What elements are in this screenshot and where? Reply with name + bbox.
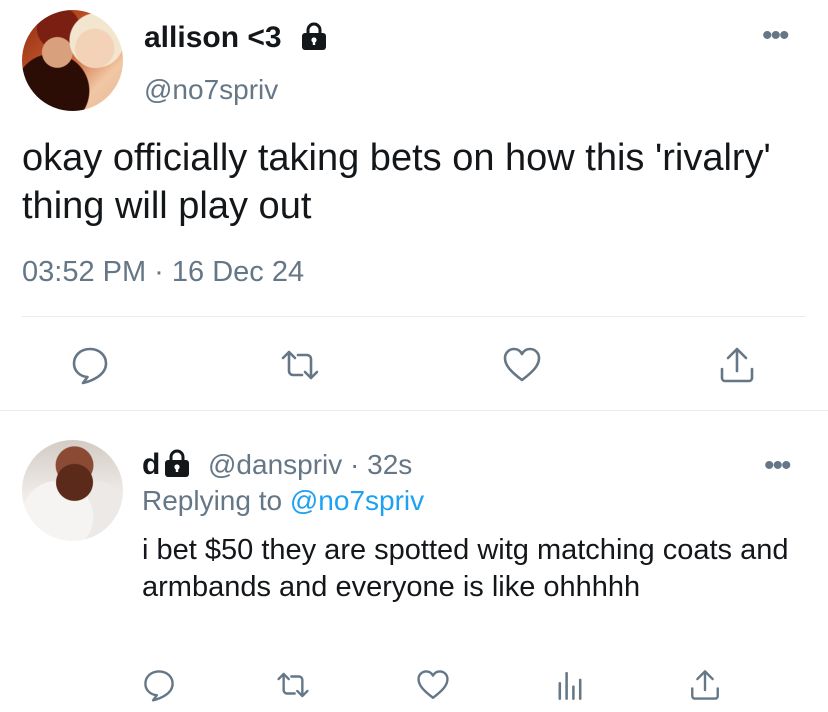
lock-icon: [299, 21, 329, 51]
lock-icon: [162, 448, 192, 478]
reply-icon[interactable]: [70, 345, 110, 385]
share-icon[interactable]: [717, 345, 757, 385]
tweet-text: i bet $50 they are spotted witg matching…: [142, 534, 797, 603]
share-icon[interactable]: [688, 668, 722, 702]
stats-icon[interactable]: [553, 668, 587, 702]
avatar[interactable]: [22, 10, 123, 111]
retweet-icon[interactable]: [276, 668, 310, 702]
avatar[interactable]: [22, 440, 123, 541]
display-name[interactable]: d: [142, 447, 160, 483]
mention-link[interactable]: @no7spriv: [290, 485, 424, 516]
more-icon[interactable]: •••: [762, 21, 789, 51]
replying-prefix: Replying to: [142, 485, 290, 516]
tweet-text: okay officially taking bets on how this …: [22, 137, 782, 227]
divider: [22, 316, 806, 317]
heart-icon[interactable]: [502, 345, 542, 385]
display-name[interactable]: allison <3: [144, 20, 282, 56]
timestamp[interactable]: 03:52 PM · 16 Dec 24: [22, 254, 304, 290]
retweet-icon[interactable]: [280, 345, 320, 385]
reply-icon[interactable]: [142, 668, 176, 702]
replying-to: Replying to @no7spriv: [142, 483, 424, 519]
handle-and-time[interactable]: @danspriv · 32s: [208, 447, 412, 483]
divider: [0, 410, 828, 411]
more-icon[interactable]: •••: [764, 451, 791, 481]
heart-icon[interactable]: [416, 668, 450, 702]
handle[interactable]: @no7spriv: [144, 72, 278, 108]
